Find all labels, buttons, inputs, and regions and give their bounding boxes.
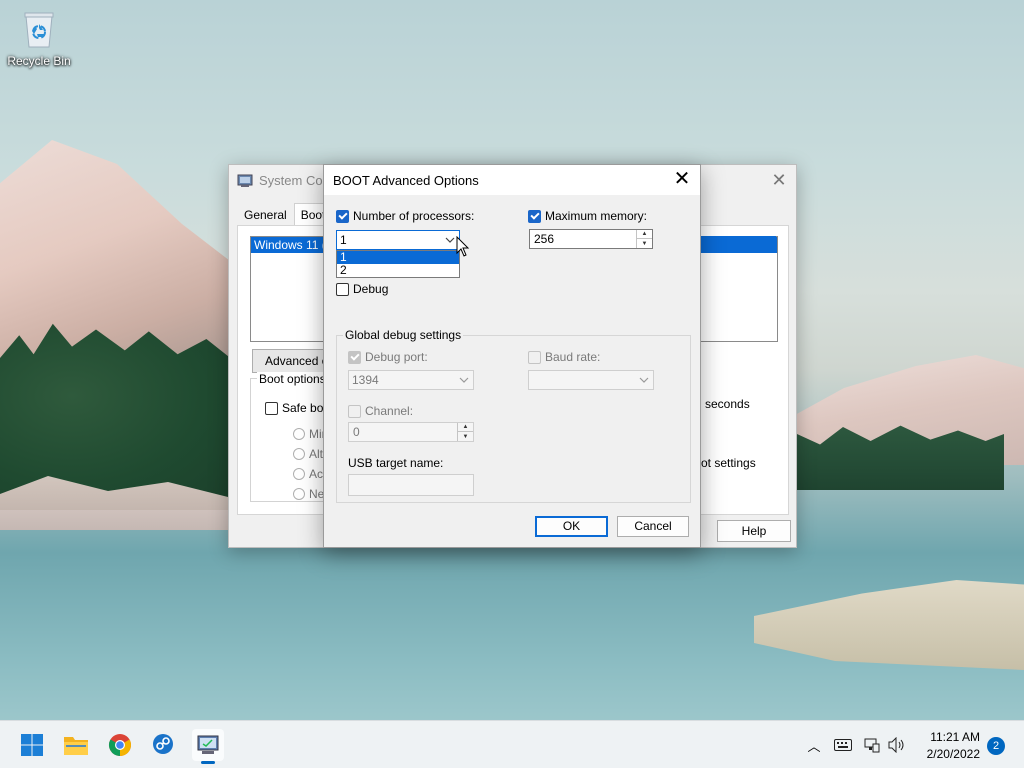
spin-down-icon[interactable]: ▼ bbox=[458, 432, 473, 441]
radio-button[interactable] bbox=[293, 428, 305, 440]
taskbar: ︿ 11:21 AM 2/20/2022 2 bbox=[0, 720, 1024, 768]
tab-general[interactable]: General bbox=[237, 203, 294, 227]
debug-port-label: Debug port: bbox=[365, 350, 428, 364]
system-configuration-taskbar-button[interactable] bbox=[192, 729, 224, 764]
debug-port-value: 1394 bbox=[352, 373, 379, 387]
debug-port-checkbox-row[interactable]: Debug port: bbox=[348, 350, 428, 364]
os-list-selection-highlight bbox=[700, 236, 776, 250]
wallpaper-mountain-left bbox=[0, 140, 260, 380]
spin-up-icon[interactable]: ▲ bbox=[637, 230, 652, 239]
channel-value: 0 bbox=[353, 425, 360, 439]
debug-checkbox-row[interactable]: Debug bbox=[336, 282, 388, 296]
baud-rate-checkbox[interactable] bbox=[528, 350, 541, 364]
dropdown-option[interactable]: 2 bbox=[337, 264, 459, 277]
chevron-down-icon[interactable] bbox=[639, 375, 649, 385]
clock-time: 11:21 AM bbox=[930, 730, 980, 744]
system-configuration-tabs: General Boot bbox=[237, 203, 333, 227]
boot-advanced-options-dialog: BOOT Advanced Options ✕ Number of proces… bbox=[323, 164, 701, 548]
num-processors-dropdown[interactable]: 1 2 bbox=[336, 250, 460, 278]
safe-boot-row[interactable]: Safe boo bbox=[265, 401, 330, 415]
recycle-bin-icon bbox=[22, 10, 56, 48]
num-processors-combo[interactable]: 1 bbox=[336, 230, 460, 250]
num-processors-label: Number of processors: bbox=[353, 209, 475, 223]
recycle-bin-shortcut[interactable]: Recycle Bin bbox=[6, 10, 72, 68]
debug-label: Debug bbox=[353, 282, 389, 296]
chevron-down-icon[interactable] bbox=[459, 375, 469, 385]
start-button[interactable] bbox=[16, 729, 48, 761]
spin-down-icon[interactable]: ▼ bbox=[637, 239, 652, 248]
network-app-button[interactable] bbox=[148, 729, 180, 761]
chrome-button[interactable] bbox=[104, 729, 136, 761]
debug-port-checkbox[interactable] bbox=[348, 350, 361, 364]
wallpaper-grass-right bbox=[754, 580, 1024, 670]
msconfig-icon bbox=[197, 735, 219, 754]
channel-spinbox[interactable]: 0 ▲ ▼ bbox=[348, 422, 474, 442]
max-memory-checkbox[interactable] bbox=[528, 209, 541, 223]
clock[interactable]: 11:21 AM 2/20/2022 bbox=[927, 729, 980, 763]
help-button[interactable]: Help bbox=[717, 520, 791, 542]
boot-settings-label: ot settings bbox=[701, 456, 756, 470]
baud-rate-checkbox-row[interactable]: Baud rate: bbox=[528, 350, 600, 364]
dialog-titlebar[interactable]: BOOT Advanced Options bbox=[324, 165, 700, 195]
spinner-buttons[interactable]: ▲ ▼ bbox=[636, 230, 652, 248]
close-icon[interactable]: ✕ bbox=[670, 168, 694, 192]
debug-port-combo[interactable]: 1394 bbox=[348, 370, 474, 390]
dropdown-option[interactable]: 1 bbox=[337, 251, 459, 264]
notification-badge[interactable]: 2 bbox=[987, 737, 1005, 755]
global-debug-settings-label: Global debug settings bbox=[343, 328, 464, 342]
max-memory-spinbox[interactable]: 256 ▲ ▼ bbox=[529, 229, 653, 249]
baud-rate-label: Baud rate: bbox=[545, 350, 601, 364]
max-memory-value: 256 bbox=[534, 232, 555, 246]
dialog-title: BOOT Advanced Options bbox=[333, 172, 479, 188]
folder-icon bbox=[64, 737, 88, 755]
clock-date: 2/20/2022 bbox=[926, 747, 980, 761]
num-processors-checkbox[interactable] bbox=[336, 209, 349, 223]
channel-checkbox[interactable] bbox=[348, 404, 361, 418]
spinner-buttons[interactable]: ▲ ▼ bbox=[457, 423, 473, 441]
num-processors-value: 1 bbox=[340, 233, 347, 247]
radio-button[interactable] bbox=[293, 448, 305, 460]
ok-button[interactable]: OK bbox=[535, 516, 608, 537]
chevron-up-icon[interactable]: ︿ bbox=[806, 736, 822, 755]
safe-boot-checkbox[interactable] bbox=[265, 401, 278, 415]
channel-label: Channel: bbox=[365, 404, 414, 418]
msconfig-icon bbox=[237, 174, 253, 187]
recycle-bin-label: Recycle Bin bbox=[7, 54, 71, 68]
max-memory-label: Maximum memory: bbox=[545, 209, 648, 223]
channel-checkbox-row[interactable]: Channel: bbox=[348, 404, 413, 418]
num-processors-checkbox-row[interactable]: Number of processors: bbox=[336, 209, 474, 223]
radio-button[interactable] bbox=[293, 488, 305, 500]
windows-logo-icon bbox=[21, 734, 43, 756]
max-memory-checkbox-row[interactable]: Maximum memory: bbox=[528, 209, 647, 223]
system-tray: ︿ bbox=[806, 721, 906, 768]
mouse-pointer-icon bbox=[456, 236, 470, 257]
chevron-down-icon[interactable] bbox=[445, 235, 455, 245]
boot-options-label: Boot options bbox=[257, 372, 328, 386]
volume-icon[interactable] bbox=[888, 737, 906, 753]
file-explorer-button[interactable] bbox=[60, 729, 92, 761]
chrome-icon bbox=[109, 734, 131, 756]
keyboard-icon[interactable] bbox=[834, 739, 852, 751]
cancel-button[interactable]: Cancel bbox=[617, 516, 689, 537]
usb-target-name-input[interactable] bbox=[348, 474, 474, 496]
debug-checkbox[interactable] bbox=[336, 282, 349, 296]
timeout-seconds-label: seconds bbox=[705, 397, 750, 411]
spin-up-icon[interactable]: ▲ bbox=[458, 423, 473, 432]
network-icon[interactable] bbox=[864, 737, 880, 753]
global-debug-settings-group: Global debug settings Debug port: 1394 B… bbox=[336, 328, 691, 503]
network-globe-icon bbox=[153, 734, 173, 754]
usb-target-name-label: USB target name: bbox=[348, 456, 444, 470]
baud-rate-combo[interactable] bbox=[528, 370, 654, 390]
radio-button[interactable] bbox=[293, 468, 305, 480]
close-icon[interactable]: ✕ bbox=[768, 169, 790, 191]
